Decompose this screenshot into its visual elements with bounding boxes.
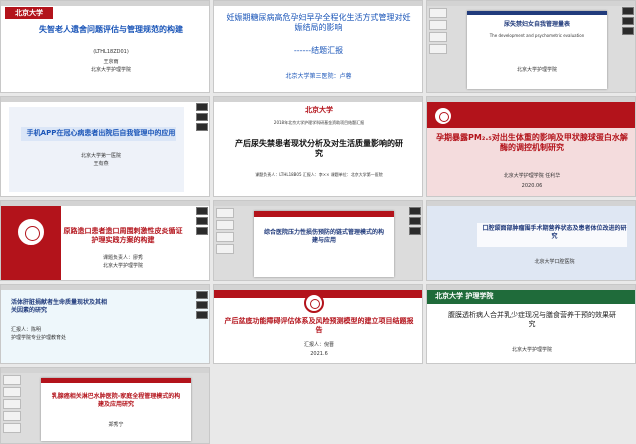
- date: 2021.6: [310, 351, 328, 357]
- slide-title: 综合医院压力性损伤预防的链式管理模式的构建与应用: [264, 229, 385, 244]
- slide-title: 产后尿失禁患者现状分析及对生活质量影响的研究: [235, 139, 403, 158]
- video-tile-8[interactable]: 综合医院压力性损伤预防的链式管理模式的构建与应用: [213, 200, 423, 281]
- presenter: 郑秀宁: [108, 422, 124, 428]
- camera-feed-icon: [196, 103, 208, 131]
- pku-logo: 北京大学: [305, 105, 333, 114]
- shared-slide: 尿失禁妇女自我管理量表 The development and psychome…: [467, 11, 607, 89]
- video-tile-4[interactable]: 手机APP在冠心病患者出院后自我管理中的应用 北京大学第一医院 王有燕: [0, 96, 210, 197]
- organization: 课题单位：北京大学第一医院: [330, 172, 383, 177]
- slide-subtitle: ------结题汇报: [293, 46, 344, 55]
- slide-title: 妊娠期糖尿病高危孕妇早孕全程化生活方式管理对妊娠结局的影响: [226, 13, 411, 32]
- slide-title: 腹膜透析病人合并乳少症现况与膳食营养干预的效果研究: [448, 311, 616, 328]
- pku-logo: 北京大学: [5, 7, 53, 19]
- slide-title: 尿失禁妇女自我管理量表: [503, 21, 570, 28]
- info-row: 课题负责人：LTHL18B05 汇报人：李×× 课题单位：北京大学第一医院: [224, 172, 414, 177]
- presenter: 课题负责人：廖秀: [102, 255, 143, 261]
- slide-title: 产后盆底功能障碍评估体系及风险预测模型的建立项目结题报告: [224, 317, 414, 334]
- organization: 北京大学口腔医院: [534, 259, 575, 265]
- slide-title: 活体肝脏捐献者生命质量现状及其相关因素的研究: [11, 299, 108, 314]
- slide-thumbnail-icon: [3, 375, 21, 433]
- video-tile-10[interactable]: 活体肝脏捐献者生命质量现状及其相关因素的研究 汇报人：陈明 护理学院专业护理教育…: [0, 284, 210, 364]
- video-tile-6[interactable]: 孕期暴露PM₂.₅对出生体重的影响及甲状腺球蛋白水解酶的调控机制研究 北京大学护…: [426, 96, 636, 197]
- project-code: 课题负责人：LTHL18B05: [255, 172, 302, 177]
- slide-thumbnail-icon: [429, 8, 447, 54]
- video-tile-12[interactable]: 北京大学 护理学院 腹膜透析病人合并乳少症现况与膳食营养干预的效果研究 北京大学…: [426, 284, 636, 364]
- slide-title: 孕期暴露PM₂.₅对出生体重的影响及甲状腺球蛋白水解酶的调控机制研究: [436, 133, 628, 152]
- pku-seal-icon: [433, 106, 453, 126]
- slide-thumbnail-icon: [216, 208, 234, 254]
- date: 2020.06: [521, 183, 543, 189]
- shared-slide: 乳腺癌相关淋巴水肿医院-家庭全程管理模式的构建及应用研究 郑秀宁: [41, 378, 191, 441]
- organization: 北京大学第一医院: [80, 153, 121, 159]
- slide-title: 口腔颌面部肿瘤围手术期营养状态及患者体位改进的研究: [482, 225, 627, 240]
- presenter: 汇报人：李××: [302, 172, 330, 177]
- organization: 北京大学第三医院：卢蓉: [285, 73, 352, 80]
- video-tile-2[interactable]: 妊娠期糖尿病高危孕妇早孕全程化生活方式管理对妊娠结局的影响 ------结题汇报…: [213, 0, 423, 93]
- presenter: 王有燕: [93, 161, 109, 167]
- camera-feed-icon: [196, 291, 208, 319]
- slide-title: 乳腺癌相关淋巴水肿医院-家庭全程管理模式的构建及应用研究: [51, 393, 181, 408]
- presenter: 王京雨: [103, 59, 119, 65]
- camera-feed-icon: [196, 207, 208, 235]
- camera-feed-icon: [622, 7, 634, 35]
- video-tile-1[interactable]: 北京大学 失智老人遗舍问题评估与管理规范的构建 (LTHL18ZD01) 王京雨…: [0, 0, 210, 93]
- pku-seal-icon: [16, 217, 46, 247]
- pku-logo: 北京大学 护理学院: [435, 291, 494, 300]
- organization: 北京大学护理学院: [511, 347, 552, 353]
- slide-title: 原路造口患者造口周围刺激性皮炎循证护理实践方案的构建: [63, 227, 183, 244]
- video-tile-9[interactable]: 口腔颌面部肿瘤围手术期营养状态及患者体位改进的研究 北京大学口腔医院: [426, 200, 636, 281]
- organization: 北京大学护理学院: [516, 67, 557, 73]
- video-tile-5[interactable]: 北京大学 2018年北京大学护理学科研基金资助项目结题汇报 产后尿失禁患者现状分…: [213, 96, 423, 197]
- slide-title: 失智老人遗舍问题评估与管理规范的构建: [39, 25, 183, 34]
- slide-subtitle: The development and psychometric evaluat…: [489, 33, 585, 38]
- video-tile-13[interactable]: 乳腺癌相关淋巴水肿医院-家庭全程管理模式的构建及应用研究 郑秀宁: [0, 367, 210, 444]
- organization: 北京大学护理学院: [503, 173, 544, 179]
- organization: 北京大学护理学院: [102, 263, 143, 269]
- org-presenter: 北京大学护理学院 任利华: [435, 173, 629, 179]
- slide-header: 2018年北京大学护理学科研基金资助项目结题汇报: [273, 120, 365, 125]
- slide-title: 手机APP在冠心病患者出院后自我管理中的应用: [26, 129, 176, 137]
- presenter: 任利华: [545, 173, 561, 179]
- video-tile-3[interactable]: 尿失禁妇女自我管理量表 The development and psychome…: [426, 0, 636, 93]
- camera-feed-icon: [409, 207, 421, 235]
- presenter: 汇报人：陈明: [11, 327, 42, 333]
- shared-slide: 综合医院压力性损伤预防的链式管理模式的构建与应用: [254, 211, 394, 277]
- organization: 北京大学护理学院: [90, 67, 131, 73]
- video-tile-7[interactable]: 原路造口患者造口周围刺激性皮炎循证护理实践方案的构建 课题负责人：廖秀 北京大学…: [0, 200, 210, 281]
- video-tile-11[interactable]: 产后盆底功能障碍评估体系及风险预测模型的建立项目结题报告 汇报人：倪晋 2021…: [213, 284, 423, 364]
- project-code: (LTHL18ZD01): [93, 49, 129, 55]
- organization: 护理学院专业护理教育处: [11, 335, 67, 341]
- pku-seal-icon: [304, 293, 324, 313]
- presenter: 汇报人：倪晋: [303, 342, 334, 348]
